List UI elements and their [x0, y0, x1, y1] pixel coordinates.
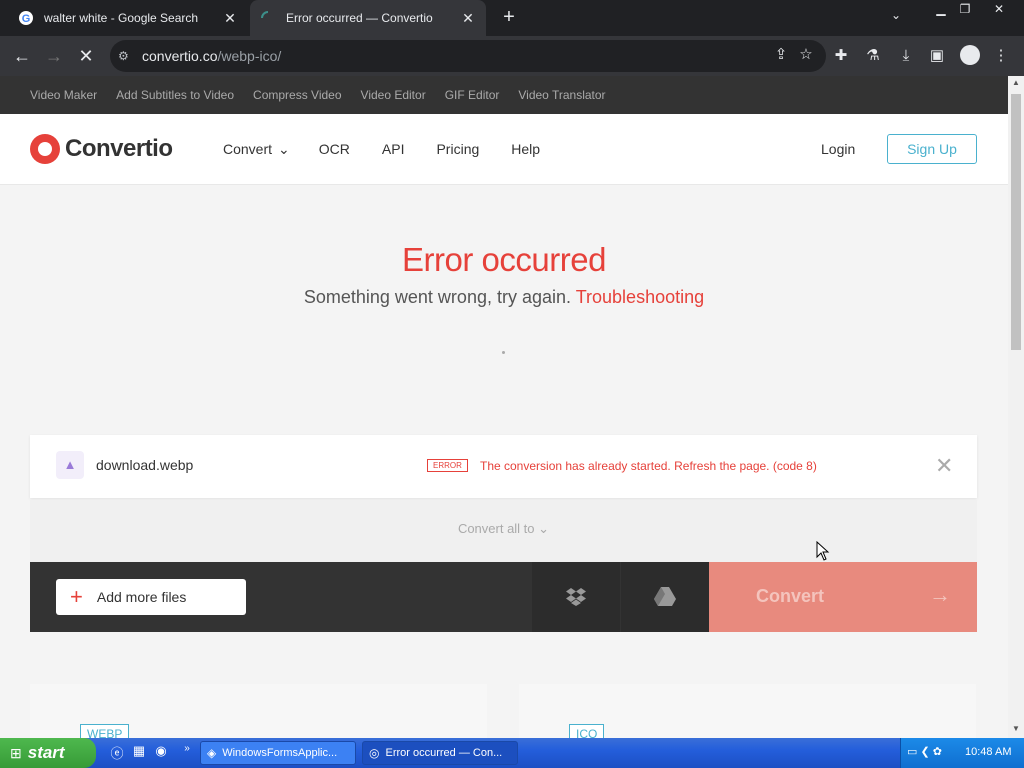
signup-button[interactable]: Sign Up	[887, 134, 977, 164]
plus-icon: +	[70, 584, 83, 609]
login-link[interactable]: Login	[821, 141, 855, 157]
troubleshooting-link[interactable]: Troubleshooting	[576, 287, 704, 307]
share-icon[interactable]: ⇪	[770, 44, 792, 66]
profile-avatar-icon[interactable]	[960, 45, 980, 65]
tab-google-search[interactable]: G walter white - Google Search ✕	[8, 0, 248, 36]
nav-ocr[interactable]: OCR	[319, 141, 350, 158]
tab-title: Error occurred — Convertio	[286, 11, 433, 25]
back-arrow-icon[interactable]: ←	[10, 44, 34, 68]
new-tab-button[interactable]: +	[498, 7, 520, 29]
restore-button[interactable]: ❐	[954, 0, 976, 18]
action-bar: + Add more files Convert →	[30, 562, 977, 632]
taskbar-window-chrome[interactable]: ◎ Error occurred — Con...	[362, 741, 518, 765]
loading-spinner-icon	[261, 11, 269, 19]
labs-flask-icon[interactable]: ⚗	[862, 45, 884, 67]
tools-subnav: Video Maker Add Subtitles to Video Compr…	[0, 76, 1008, 114]
add-more-files-button[interactable]: + Add more files	[56, 579, 246, 615]
main-nav: Convert ⌄ OCR API Pricing Help	[223, 141, 540, 158]
scroll-thumb[interactable]	[1011, 94, 1021, 350]
side-panel-icon[interactable]: ▣	[926, 45, 948, 67]
url-text: convertio.co/webp-ico/	[142, 48, 282, 64]
close-window-button[interactable]: ✕	[988, 0, 1010, 18]
subnav-video-editor[interactable]: Video Editor	[361, 88, 426, 102]
convert-all-dropdown[interactable]: Convert all to ⌄	[30, 500, 977, 562]
remove-file-close-icon[interactable]: ✕	[935, 453, 953, 479]
browser-tabstrip: G walter white - Google Search ✕ Error o…	[0, 0, 1024, 36]
google-icon: G	[19, 11, 33, 25]
google-drive-icon	[654, 587, 676, 606]
chrome-icon: ◎	[369, 746, 380, 760]
google-drive-button[interactable]	[621, 562, 709, 632]
stop-loading-icon[interactable]: ✕	[74, 44, 98, 68]
close-tab-icon[interactable]: ✕	[222, 10, 238, 27]
system-tray: ▭ ❮ ✿ 10:48 AM	[900, 738, 1024, 768]
extensions-icon[interactable]: ✚	[830, 45, 852, 67]
error-title: Error occurred	[402, 241, 606, 278]
nav-help[interactable]: Help	[511, 141, 540, 158]
subnav-gif-editor[interactable]: GIF Editor	[445, 88, 500, 102]
tab-title: walter white - Google Search	[44, 11, 199, 25]
scroll-up-arrow-icon[interactable]: ▲	[1008, 78, 1024, 92]
clock: 10:48 AM	[965, 746, 1012, 758]
convertio-logo-icon	[30, 134, 60, 164]
quicklaunch-app-icon[interactable]: ▦	[130, 743, 148, 763]
browser-toolbar: ← → ✕ ⚙ convertio.co/webp-ico/ ⇪ ☆ ✚ ⚗ ⤓…	[0, 36, 1024, 76]
tab-convertio[interactable]: Error occurred — Convertio ✕	[250, 0, 486, 36]
site-info-icon[interactable]: ⚙	[118, 49, 142, 63]
subnav-add-subtitles[interactable]: Add Subtitles to Video	[116, 88, 234, 102]
dropbox-button[interactable]	[532, 562, 620, 632]
nav-pricing[interactable]: Pricing	[436, 141, 479, 158]
loading-dot	[502, 351, 505, 354]
bookmark-star-icon[interactable]: ☆	[795, 44, 817, 66]
ie-icon[interactable]: ⓔ	[108, 743, 126, 763]
site-header: Convertio Convert ⌄ OCR API Pricing Help …	[0, 114, 1008, 185]
add-files-label: Add more files	[96, 589, 187, 605]
tray-icons[interactable]: ▭ ❮ ✿	[907, 745, 942, 758]
error-subtitle: Something went wrong, try again. Trouble…	[303, 287, 705, 307]
convert-label: Convert	[756, 586, 825, 606]
convert-button[interactable]: Convert →	[709, 562, 977, 632]
nav-convert[interactable]: Convert ⌄	[223, 141, 290, 158]
convertio-logo[interactable]: Convertio	[30, 134, 173, 164]
close-tab-icon[interactable]: ✕	[460, 10, 476, 27]
svg-text:G: G	[22, 13, 31, 25]
format-tag-ico[interactable]: ICO	[569, 724, 605, 738]
tab-search-chevron-icon[interactable]: ⌄	[886, 8, 906, 28]
format-tag-webp[interactable]: WEBP	[80, 724, 130, 738]
subnav-video-maker[interactable]: Video Maker	[30, 88, 97, 102]
quicklaunch-browser-icon[interactable]: ◉	[152, 743, 170, 763]
scroll-down-arrow-icon[interactable]: ▼	[1008, 724, 1024, 738]
subnav-compress-video[interactable]: Compress Video	[253, 88, 342, 102]
mouse-cursor-icon	[816, 541, 830, 561]
arrow-right-icon: →	[929, 582, 951, 607]
error-message: The conversion has already started. Refr…	[480, 459, 817, 473]
chevron-down-icon: ⌄	[278, 141, 290, 157]
logo-text: Convertio	[65, 135, 173, 162]
error-badge: ERROR	[427, 459, 468, 472]
file-name: download.webp	[96, 457, 194, 473]
minimize-button[interactable]: ▁	[930, 0, 952, 18]
subnav-video-translator[interactable]: Video Translator	[518, 88, 605, 102]
taskbar-window-forms-app[interactable]: ◈ WindowsFormsApplic...	[200, 741, 356, 765]
forward-arrow-icon[interactable]: →	[42, 44, 66, 68]
start-label: start	[27, 743, 65, 762]
start-button[interactable]: ⊞ start	[0, 738, 96, 768]
windows-taskbar: ⊞ start ⓔ ▦ ◉ » ◈ WindowsFormsApplic... …	[0, 738, 1024, 768]
menu-kebab-icon[interactable]: ⋮	[990, 45, 1012, 67]
quicklaunch-expand-icon[interactable]: »	[178, 743, 196, 763]
nav-api[interactable]: API	[382, 141, 405, 158]
download-icon[interactable]: ⤓	[895, 45, 917, 67]
image-file-icon: ▲	[56, 451, 84, 479]
web-page: Video Maker Add Subtitles to Video Compr…	[0, 76, 1008, 738]
app-window-icon: ◈	[207, 746, 217, 760]
address-bar[interactable]: ⚙ convertio.co/webp-ico/	[110, 40, 826, 72]
chevron-down-icon: ⌄	[538, 521, 550, 536]
file-row: ▲ download.webp ERROR The conversion has…	[30, 435, 977, 498]
windows-flag-icon: ⊞	[10, 744, 22, 761]
dropbox-icon	[566, 588, 586, 606]
